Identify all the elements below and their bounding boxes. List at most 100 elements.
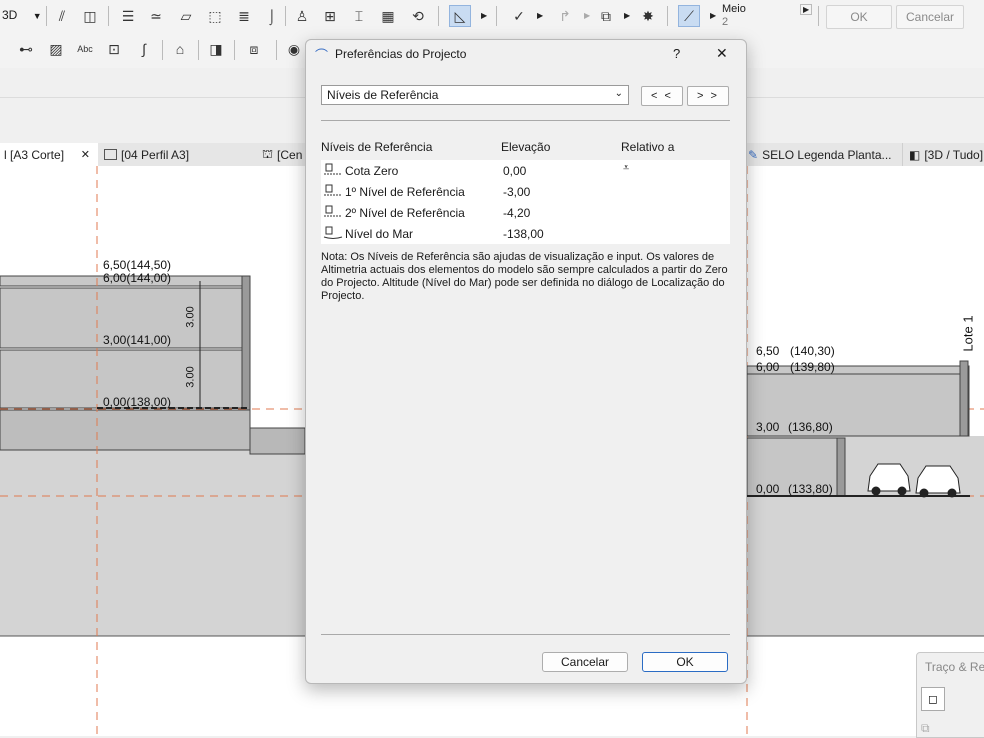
column-header-relative: Relativo a xyxy=(621,140,675,154)
panel-title: Traço & Ret xyxy=(925,660,984,674)
table-row[interactable]: 1º Nível de Referência -3,00 xyxy=(321,181,730,202)
spline-icon[interactable]: ∫ xyxy=(134,39,154,59)
chevron-down-icon: ⌄ xyxy=(614,88,623,99)
level-label: (139,80) xyxy=(790,360,835,374)
tab-label: SELO Legenda Planta... xyxy=(762,147,892,162)
check-icon[interactable]: ✓ xyxy=(509,6,529,26)
chevron-right-icon[interactable]: ▶ xyxy=(624,11,630,20)
reference-icon[interactable]: ⧉ xyxy=(921,721,930,736)
magic-wand-icon[interactable]: ✸ xyxy=(638,6,658,26)
label-tool-icon[interactable]: ⊞ xyxy=(320,6,340,26)
right-roof xyxy=(746,365,970,375)
slab-tool-icon[interactable]: ☰ xyxy=(118,6,138,26)
level-label: 0,00(138,00) xyxy=(103,395,172,409)
snap-mode[interactable]: Meio 2 xyxy=(722,3,746,29)
table-row[interactable]: Cota Zero 0,00 ⩡ xyxy=(321,160,730,181)
chevron-right-icon[interactable]: ▶ xyxy=(710,11,716,20)
split-view-icon[interactable]: ◫ xyxy=(80,6,100,26)
dimension-icon[interactable]: ⊷ xyxy=(16,39,36,59)
trace-icon[interactable]: ◻ xyxy=(921,687,945,711)
gravity-icon[interactable]: ⧉ xyxy=(596,6,616,26)
beam-tool-icon[interactable]: ≃ xyxy=(146,6,166,26)
toolbar-cancel-button[interactable]: Cancelar xyxy=(896,5,964,29)
chevron-right-icon[interactable]: ▶ xyxy=(800,4,813,15)
level-elevation[interactable]: 0,00 xyxy=(503,164,526,178)
trace-icon[interactable]: ↱ xyxy=(555,6,575,26)
home-icon[interactable]: ⌂ xyxy=(170,39,190,59)
toolbar-divider xyxy=(234,40,235,60)
book-icon[interactable]: ◨ xyxy=(206,39,226,59)
select-value: Níveis de Referência xyxy=(327,88,439,102)
stair-tool-icon[interactable]: ≣ xyxy=(234,6,254,26)
app-icon: ⌒ xyxy=(315,48,329,63)
curtain-wall-icon[interactable]: ▦ xyxy=(378,6,398,26)
level-name: 2º Nível de Referência xyxy=(345,206,465,220)
chevron-right-icon[interactable]: ▶ xyxy=(537,11,543,20)
preferences-page-select[interactable]: Níveis de Referência ⌄ xyxy=(321,85,629,105)
note-text: Nota: Os Níveis de Referência são ajudas… xyxy=(321,251,728,302)
level-elevation[interactable]: -4,20 xyxy=(503,206,530,220)
dimension-text: 3.00 xyxy=(184,366,197,388)
figure-icon[interactable]: ⊡ xyxy=(104,39,124,59)
previous-page-button[interactable]: < < xyxy=(641,86,683,106)
main-toolbar: 3D ▼ ⫽ ◫ ☰ ≃ ▱ ⬚ ≣ ⌡ ♙ ⊞ ⌶ ▦ ⟲ ◺ ▶ ✓ ▶ ↱… xyxy=(0,0,984,34)
view-mode-label: 3D xyxy=(2,8,18,22)
text-tool-icon[interactable]: Abc xyxy=(75,39,95,59)
table-row[interactable]: 2º Nível de Referência -4,20 xyxy=(321,202,730,223)
tab-a3-corte[interactable]: l [A3 Corte] ✕ xyxy=(0,143,98,166)
toolbar-divider xyxy=(108,6,109,26)
column-tool-icon[interactable]: ⌶ xyxy=(349,6,369,26)
help-button[interactable]: ? xyxy=(673,46,680,61)
drawing-icon: ✎ xyxy=(748,147,759,162)
cut-plane-icon[interactable]: ⫽ xyxy=(52,6,72,26)
close-icon[interactable]: ✕ xyxy=(81,148,90,161)
table-row[interactable]: Nível do Mar -138,00 xyxy=(321,223,730,244)
lot-label: Lote 1 xyxy=(960,315,976,352)
toolbar-divider xyxy=(162,40,163,60)
cancel-button[interactable]: Cancelar xyxy=(542,652,628,672)
snap-guides-icon[interactable]: ◺ xyxy=(449,5,471,27)
ok-button[interactable]: OK xyxy=(642,652,728,672)
close-button[interactable]: ✕ xyxy=(716,45,728,62)
toolbar-divider xyxy=(46,6,47,26)
level-label: 6,50(144,50) xyxy=(103,258,172,272)
tab-label: [3D / Tudo] xyxy=(924,147,984,162)
divider xyxy=(321,634,730,635)
railing-tool-icon[interactable]: ⌡ xyxy=(262,6,282,26)
toolbar-divider xyxy=(818,6,819,26)
special-snap-icon[interactable]: ⟋ xyxy=(678,5,700,27)
eye-icon[interactable]: ◉ xyxy=(284,39,304,59)
level-elevation[interactable]: -3,00 xyxy=(503,185,530,199)
level-label: 0,00 xyxy=(756,482,780,496)
level-elevation[interactable]: -138,00 xyxy=(503,227,544,241)
tab-perfil-a3[interactable]: [04 Perfil A3] xyxy=(100,143,250,166)
next-page-button[interactable]: > > xyxy=(687,86,729,106)
chevron-right-icon[interactable]: ▶ xyxy=(481,11,487,20)
toolbar-ok-button[interactable]: OK xyxy=(826,5,892,29)
tab-cen[interactable]: ⛫ [Cen xyxy=(262,143,305,166)
relative-to-icon[interactable]: ⩡ xyxy=(623,162,629,175)
roof-tool-icon[interactable]: ▱ xyxy=(176,6,196,26)
level-label: 6,00(144,00) xyxy=(103,271,172,285)
level-label: 3,00(141,00) xyxy=(103,333,172,347)
tab-label: [04 Perfil A3] xyxy=(121,147,190,162)
mesh-tool-icon[interactable]: ⟲ xyxy=(408,6,428,26)
level-label: 6,00 xyxy=(756,360,780,374)
fill-icon[interactable]: ▨ xyxy=(46,39,66,59)
layers-icon[interactable]: ⧈ xyxy=(244,39,264,59)
dimension-text: 3.00 xyxy=(184,306,197,328)
project-preferences-dialog: ⌒ Preferências do Projecto ? ✕ Níveis de… xyxy=(305,39,747,684)
tab-3d-tudo[interactable]: ◧ [3D / Tudo] xyxy=(902,143,984,166)
toolbar-divider xyxy=(276,40,277,60)
3d-view-icon: ◧ xyxy=(909,147,921,162)
object-tool-icon[interactable]: ♙ xyxy=(292,6,312,26)
view-mode-selector[interactable]: 3D ▼ xyxy=(2,8,42,22)
level-name: Nível do Mar xyxy=(345,227,414,241)
ramp xyxy=(249,427,306,455)
chevron-right-icon[interactable]: ▶ xyxy=(584,11,590,20)
dialog-title: Preferências do Projecto xyxy=(335,47,467,61)
column-header-levels: Níveis de Referência xyxy=(321,140,433,154)
morph-tool-icon[interactable]: ⬚ xyxy=(205,6,225,26)
layout-icon xyxy=(104,149,117,160)
tab-selo-legenda[interactable]: ✎ SELO Legenda Planta... xyxy=(745,143,900,166)
